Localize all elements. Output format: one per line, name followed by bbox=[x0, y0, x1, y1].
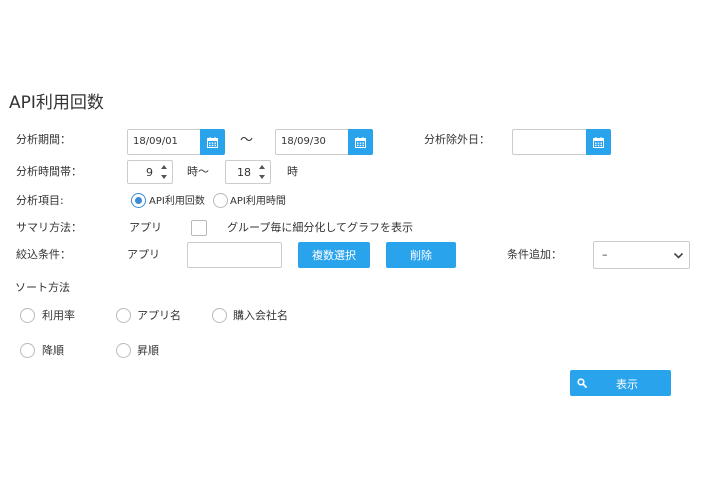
caret-up-icon[interactable] bbox=[159, 163, 169, 171]
caret-down-icon[interactable] bbox=[257, 173, 267, 181]
time-band-label: 分析時間帯： bbox=[16, 165, 82, 178]
radio-api-count-label: API利用回数 bbox=[149, 196, 205, 207]
sort-key-app-name-label: アプリ名 bbox=[137, 309, 181, 322]
sort-key-company-radio[interactable] bbox=[212, 308, 227, 323]
add-condition-label: 条件追加： bbox=[507, 248, 562, 261]
period-separator: 〜 bbox=[240, 133, 254, 148]
multi-select-button[interactable]: 複数選択 bbox=[298, 242, 370, 268]
filter-input[interactable] bbox=[187, 242, 282, 268]
sort-asc-label: 昇順 bbox=[137, 344, 159, 357]
summary-method-label: サマリ方法： bbox=[16, 221, 82, 234]
sort-label: ソート方法 bbox=[15, 281, 70, 294]
start-hour-suffix: 時〜 bbox=[187, 165, 209, 178]
caret-down-icon[interactable] bbox=[159, 173, 169, 181]
calendar-icon bbox=[355, 136, 366, 148]
sort-desc-label: 降順 bbox=[42, 344, 64, 357]
excluded-days-input[interactable] bbox=[512, 129, 586, 155]
show-button[interactable]: 表示 bbox=[570, 370, 671, 396]
end-hour-stepper[interactable]: 18 bbox=[225, 160, 271, 184]
period-to-calendar-button[interactable] bbox=[348, 129, 373, 155]
caret-up-icon[interactable] bbox=[257, 163, 267, 171]
page-title: API利用回数 bbox=[9, 93, 104, 113]
subdivide-by-group-label: グループ毎に細分化してグラフを表示 bbox=[227, 221, 414, 234]
add-condition-select[interactable]: – bbox=[593, 241, 690, 269]
delete-button[interactable]: 削除 bbox=[386, 242, 456, 268]
end-hour-suffix: 時 bbox=[287, 165, 298, 178]
end-hour-value: 18 bbox=[237, 166, 251, 179]
period-from-input[interactable]: 18/09/01 bbox=[127, 129, 200, 155]
analysis-item-label: 分析項目: bbox=[16, 194, 64, 207]
sort-key-usage-rate-label: 利用率 bbox=[42, 309, 75, 322]
subdivide-by-group-checkbox[interactable] bbox=[191, 220, 207, 236]
excluded-days-calendar-button[interactable] bbox=[586, 129, 611, 155]
filter-label: 絞込条件： bbox=[16, 248, 71, 261]
sort-key-app-name-radio[interactable] bbox=[116, 308, 131, 323]
calendar-icon bbox=[593, 136, 604, 148]
chevron-down-icon bbox=[673, 252, 684, 259]
search-icon bbox=[577, 378, 587, 388]
add-condition-value: – bbox=[602, 248, 608, 261]
sort-key-company-label: 購入会社名 bbox=[233, 309, 288, 322]
summary-method-value: アプリ bbox=[129, 221, 162, 234]
start-hour-stepper[interactable]: 9 bbox=[127, 160, 173, 184]
sort-asc-radio[interactable] bbox=[116, 343, 131, 358]
calendar-icon bbox=[207, 136, 218, 148]
radio-api-count[interactable] bbox=[131, 193, 146, 208]
analysis-period-label: 分析期間： bbox=[16, 133, 71, 146]
radio-api-time[interactable] bbox=[213, 193, 228, 208]
sort-desc-radio[interactable] bbox=[20, 343, 35, 358]
filter-type-label: アプリ bbox=[127, 248, 160, 261]
excluded-days-label: 分析除外日： bbox=[424, 133, 490, 146]
period-to-input[interactable]: 18/09/30 bbox=[275, 129, 348, 155]
period-from-calendar-button[interactable] bbox=[200, 129, 225, 155]
start-hour-value: 9 bbox=[146, 166, 153, 179]
show-button-label: 表示 bbox=[616, 378, 638, 391]
sort-key-usage-rate-radio[interactable] bbox=[20, 308, 35, 323]
radio-api-time-label: API利用時間 bbox=[230, 196, 286, 207]
